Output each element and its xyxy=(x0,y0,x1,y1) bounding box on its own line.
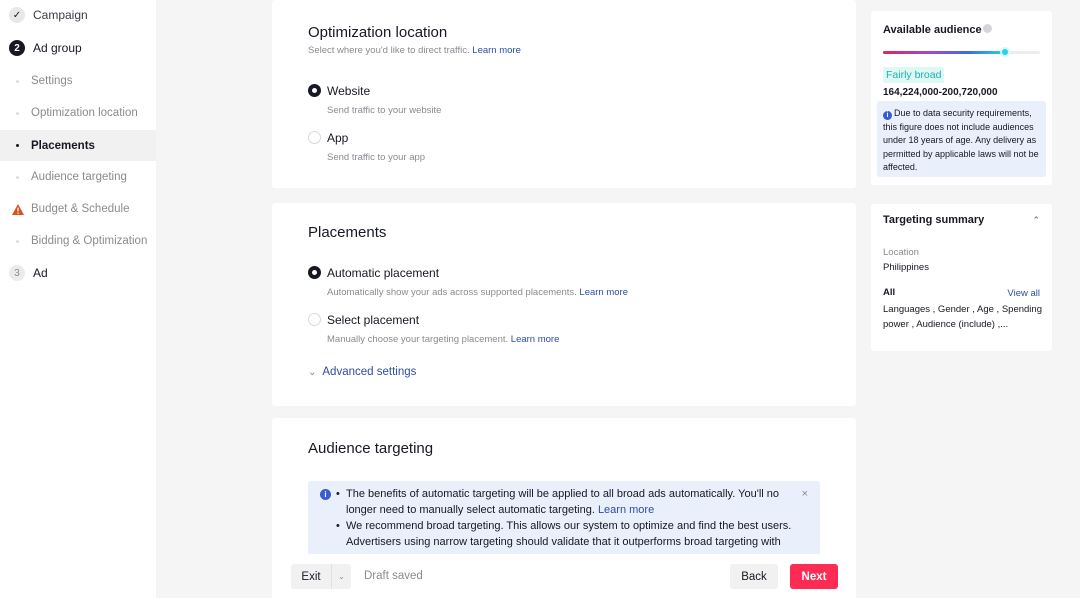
section-title: Optimization location xyxy=(308,24,448,41)
option-label[interactable]: Automatic placement xyxy=(327,266,439,280)
step-campaign[interactable]: ✓ Campaign xyxy=(0,0,156,30)
check-icon: ✓ xyxy=(9,7,25,23)
banner-list: The benefits of automatic targeting will… xyxy=(336,486,796,550)
learn-more-link[interactable]: Learn more xyxy=(511,334,560,345)
substep-optimization-location[interactable]: Optimization location xyxy=(0,98,156,128)
double-chevron-up-icon[interactable]: ⌃ xyxy=(1032,215,1040,226)
double-chevron-down-icon: ⌄ xyxy=(308,366,317,378)
warning-icon xyxy=(12,203,24,215)
targeting-summary-list: Languages , Gender , Age , Spending powe… xyxy=(883,304,1042,330)
banner-text: The benefits of automatic targeting will… xyxy=(346,488,779,516)
info-note: i Due to data security requirements, this… xyxy=(877,101,1046,177)
banner-item: We recommend broad targeting. This allow… xyxy=(336,518,796,550)
learn-more-link[interactable]: Learn more xyxy=(472,45,521,56)
chevron-down-icon[interactable]: ⌄ xyxy=(331,564,351,589)
subtitle-text: Select where you'd like to direct traffi… xyxy=(308,45,470,56)
step-number-icon: 2 xyxy=(9,40,25,56)
radio-website[interactable] xyxy=(308,84,321,97)
dot-icon xyxy=(16,239,19,243)
location-value: Philippines xyxy=(883,262,929,273)
substep-label: Settings xyxy=(31,75,73,87)
option-desc: Manually choose your targeting placement… xyxy=(327,334,559,345)
draft-status: Draft saved xyxy=(364,570,423,582)
substep-placements[interactable]: Placements xyxy=(0,130,156,161)
audience-meter-knob xyxy=(1002,49,1009,55)
banner-item: The benefits of automatic targeting will… xyxy=(336,486,796,518)
audience-range: 164,224,000-200,720,000 xyxy=(883,87,998,98)
all-label: All xyxy=(883,287,896,298)
radio-select-placement[interactable] xyxy=(308,313,321,326)
substep-settings[interactable]: Settings xyxy=(0,66,156,96)
title-text: Available audience xyxy=(883,24,982,36)
substep-bidding-optimization[interactable]: Bidding & Optimization xyxy=(0,226,156,256)
step-ad-group[interactable]: 2 Ad group xyxy=(0,33,156,63)
substep-audience-targeting[interactable]: Audience targeting xyxy=(0,162,156,192)
location-label: Location xyxy=(883,247,919,258)
card-title: Available audience xyxy=(883,24,992,36)
substep-label: Budget & Schedule xyxy=(31,203,130,215)
sidebar: ✓ Campaign 2 Ad group Settings Optimizat… xyxy=(0,0,156,598)
step-label: Campaign xyxy=(33,8,88,22)
option-label[interactable]: Website xyxy=(327,84,370,98)
option-desc: Automatically show your ads across suppo… xyxy=(327,287,628,298)
footer-bar: Exit ⌄ Draft saved Back Next xyxy=(272,554,856,598)
advanced-settings-label: Advanced settings xyxy=(322,366,417,378)
dot-icon xyxy=(16,79,19,83)
placements-card: Placements Automatic placement Automatic… xyxy=(272,203,856,406)
advanced-settings-toggle[interactable]: ⌄ Advanced settings xyxy=(308,366,416,378)
info-note-text: i Due to data security requirements, this… xyxy=(883,107,1043,175)
radio-app[interactable] xyxy=(308,131,321,144)
learn-more-link[interactable]: Learn more xyxy=(598,504,654,516)
radio-automatic-placement[interactable] xyxy=(308,266,321,279)
substep-label: Audience targeting xyxy=(31,171,127,183)
info-icon: i xyxy=(320,489,331,500)
dot-icon xyxy=(16,144,19,147)
available-audience-card: Available audience Fairly broad 164,224,… xyxy=(871,11,1052,185)
section-subtitle: Select where you'd like to direct traffi… xyxy=(308,45,521,56)
optimization-location-card: Optimization location Select where you'd… xyxy=(272,0,856,188)
dot-icon xyxy=(16,175,19,179)
desc-text: Automatically show your ads across suppo… xyxy=(327,287,577,298)
audience-meter-fill xyxy=(883,51,1006,54)
section-title: Placements xyxy=(308,224,387,241)
back-button[interactable]: Back xyxy=(730,564,778,589)
info-banner: i The benefits of automatic targeting wi… xyxy=(308,481,820,561)
substep-label: Optimization location xyxy=(31,107,138,119)
view-all-link[interactable]: View all xyxy=(1007,288,1040,299)
card-title: Targeting summary xyxy=(883,214,985,226)
substep-label: Bidding & Optimization xyxy=(31,235,148,247)
substep-budget-schedule[interactable]: Budget & Schedule xyxy=(0,194,156,224)
step-ad[interactable]: 3 Ad xyxy=(0,258,156,288)
next-button[interactable]: Next xyxy=(790,564,838,589)
learn-more-link[interactable]: Learn more xyxy=(579,287,628,298)
audience-meter xyxy=(883,49,1040,55)
step-label: Ad group xyxy=(33,41,82,55)
exit-button[interactable]: Exit xyxy=(291,564,331,589)
option-label[interactable]: Select placement xyxy=(327,313,419,327)
option-label[interactable]: App xyxy=(327,131,348,145)
desc-text: Manually choose your targeting placement… xyxy=(327,334,509,345)
audience-breadth-badge: Fairly broad xyxy=(883,67,945,83)
step-label: Ad xyxy=(33,266,48,280)
step-number-icon: 3 xyxy=(9,265,25,281)
substep-label: Placements xyxy=(31,139,95,152)
section-title: Audience targeting xyxy=(308,440,434,457)
info-icon: i xyxy=(883,111,892,120)
note-text: Due to data security requirements, this … xyxy=(883,108,1039,172)
targeting-summary-card: Targeting summary ⌃ Location Philippines… xyxy=(871,204,1052,351)
help-icon[interactable] xyxy=(982,24,992,33)
close-icon[interactable]: × xyxy=(802,488,808,500)
option-desc: Send traffic to your website xyxy=(327,105,442,116)
dot-icon xyxy=(16,111,19,115)
exit-button-group: Exit ⌄ xyxy=(291,564,351,589)
option-desc: Send traffic to your app xyxy=(327,152,426,163)
